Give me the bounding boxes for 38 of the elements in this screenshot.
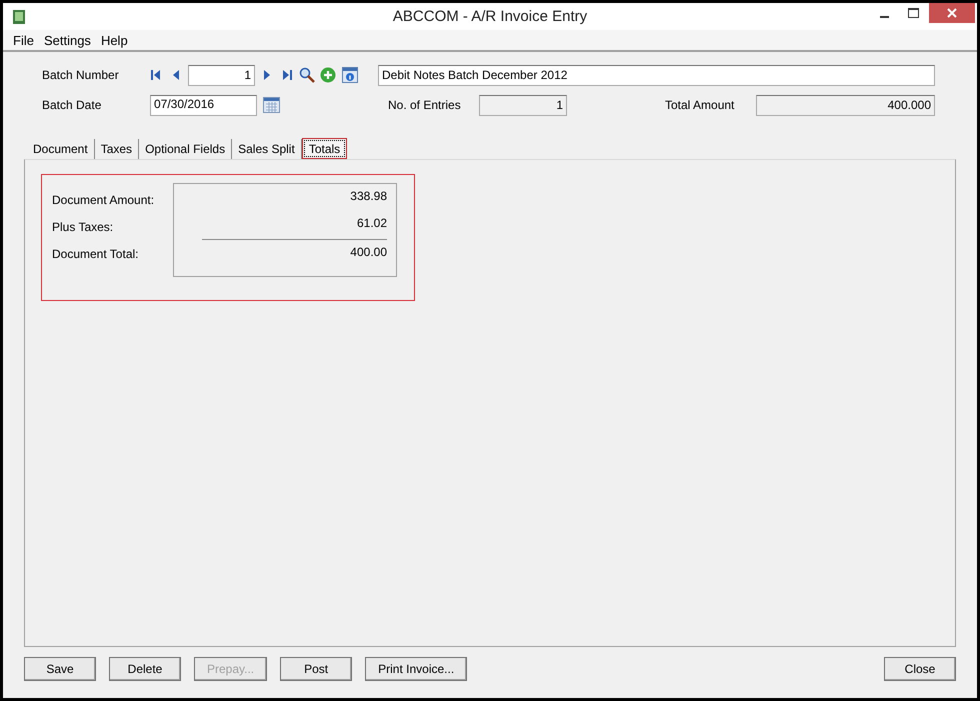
field-label: Batch Number [42, 68, 120, 82]
add-icon[interactable] [320, 67, 336, 83]
batch-date-field[interactable]: 07/30/2016 [150, 94, 257, 116]
minimize-icon [880, 16, 888, 18]
calendar-icon[interactable] [263, 97, 280, 113]
field-label: No. of Entries [388, 98, 462, 112]
last-record-icon[interactable] [281, 69, 293, 81]
action-button[interactable]: Delete [109, 657, 181, 681]
batch-number-field[interactable]: 1 [188, 64, 255, 86]
menu-item[interactable]: Help [96, 32, 132, 48]
total-label: Plus Taxes: [52, 220, 114, 234]
total-label: Document Total: [52, 247, 140, 261]
first-record-icon[interactable] [150, 69, 162, 81]
total-label: Document Amount: [52, 193, 156, 207]
close-button[interactable] [929, 3, 975, 23]
field-label: Batch Date [42, 98, 102, 112]
previous-record-icon[interactable] [172, 69, 180, 81]
field-label: Total Amount [665, 98, 736, 112]
total-value: 400.00 [349, 245, 387, 259]
maximize-icon [908, 8, 920, 18]
action-button[interactable]: Print Invoice... [365, 657, 468, 681]
action-button[interactable]: Post [280, 657, 352, 681]
total-amount-field: 400.000 [756, 94, 935, 116]
search-icon[interactable] [299, 67, 315, 83]
menu-item[interactable]: File [9, 32, 38, 48]
total-value: 61.02 [356, 216, 387, 230]
batch-description-field[interactable]: Debit Notes Batch December 2012 [378, 64, 935, 86]
entries-field: 1 [479, 94, 567, 116]
total-value: 338.98 [349, 189, 387, 203]
menu-item[interactable]: Settings [40, 32, 95, 48]
info-icon[interactable] [342, 67, 358, 83]
tab[interactable]: Totals [302, 138, 348, 159]
close-window-button[interactable]: Close [884, 657, 956, 681]
window-title: ABCCOM - A/R Invoice Entry [392, 8, 588, 25]
next-record-icon[interactable] [263, 69, 271, 81]
action-button[interactable]: Save [24, 657, 96, 681]
app-icon [13, 10, 25, 24]
close-icon [947, 8, 957, 18]
